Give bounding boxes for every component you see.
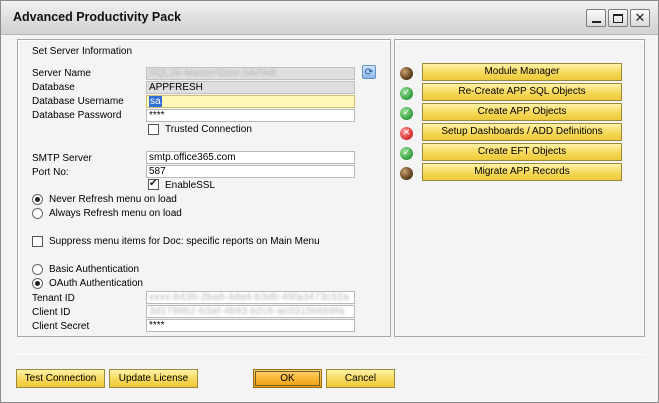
- port-label: Port No:: [32, 167, 69, 178]
- refresh-icon[interactable]: ⟳: [362, 65, 376, 79]
- basic-auth-label: Basic Authentication: [49, 264, 140, 275]
- client-id-label: Client ID: [32, 307, 71, 318]
- client-id-input[interactable]: 3d1799b2-b3af-4b93-b2c6-ac0315b6b9fa: [146, 305, 355, 318]
- green-check-icon: ✓: [400, 107, 413, 120]
- setup-dashboards-button[interactable]: Setup Dashboards / ADD Definitions: [422, 123, 622, 141]
- suppress-menu-checkbox[interactable]: [32, 236, 43, 247]
- footer-divider: [17, 354, 645, 355]
- migrate-app-records-button[interactable]: Migrate APP Records: [422, 163, 622, 181]
- smtp-server-input[interactable]: smtp.office365.com: [146, 151, 355, 164]
- port-input[interactable]: 587: [146, 165, 355, 178]
- database-value: APPFRESH: [149, 82, 203, 93]
- smtp-server-label: SMTP Server: [32, 153, 92, 164]
- title-bar[interactable]: Advanced Productivity Pack ✕: [1, 1, 658, 35]
- server-name-field: SQL2k-Master\Dev-SAPAB: [146, 67, 355, 80]
- oauth-radio[interactable]: [32, 278, 43, 289]
- always-refresh-label: Always Refresh menu on load: [49, 208, 182, 219]
- database-field: APPFRESH: [146, 81, 355, 94]
- port-value: 587: [149, 166, 166, 177]
- dialog-window: Advanced Productivity Pack ✕ Set Server …: [0, 0, 659, 403]
- db-username-input[interactable]: sa: [146, 95, 355, 108]
- client-secret-input[interactable]: ****: [146, 319, 355, 332]
- red-x-icon: ✕: [400, 127, 413, 140]
- ok-button[interactable]: OK: [253, 369, 322, 388]
- oauth-label: OAuth Authentication: [49, 278, 143, 289]
- maximize-icon: [613, 13, 623, 23]
- database-label: Database: [32, 82, 75, 93]
- green-check-icon: ✓: [400, 87, 413, 100]
- enable-ssl-label: EnableSSL: [165, 180, 216, 191]
- create-eft-objects-button[interactable]: Create EFT Objects: [422, 143, 622, 161]
- client-secret-value: ****: [149, 320, 165, 331]
- minimize-button[interactable]: [586, 9, 606, 27]
- tenant-id-label: Tenant ID: [32, 293, 75, 304]
- tenant-id-input[interactable]: xxxx-b436-2ba8-4da4-b3db-49fa3473c52a: [146, 291, 355, 304]
- suppress-menu-label: Suppress menu items for Doc: specific re…: [49, 236, 320, 247]
- db-username-value: sa: [149, 96, 162, 107]
- server-name-value: SQL2k-Master\Dev-SAPAB: [149, 68, 277, 79]
- db-password-value: ****: [149, 110, 165, 121]
- close-button[interactable]: ✕: [630, 9, 650, 27]
- client-secret-label: Client Secret: [32, 321, 90, 332]
- smtp-server-value: smtp.office365.com: [149, 152, 236, 163]
- module-manager-button[interactable]: Module Manager: [422, 63, 622, 81]
- window-title: Advanced Productivity Pack: [13, 10, 182, 24]
- db-username-label: Database Username: [32, 96, 124, 107]
- db-password-label: Database Password: [32, 110, 122, 121]
- client-id-value: 3d1799b2-b3af-4b93-b2c6-ac0315b6b9fa: [149, 306, 345, 317]
- basic-auth-radio[interactable]: [32, 264, 43, 275]
- trusted-connection-label: Trusted Connection: [165, 124, 252, 135]
- enable-ssl-checkbox[interactable]: [148, 178, 159, 190]
- section-title: Set Server Information: [32, 46, 133, 57]
- minimize-icon: [591, 20, 601, 23]
- maximize-button[interactable]: [608, 9, 628, 27]
- never-refresh-radio[interactable]: [32, 194, 43, 205]
- trusted-connection-checkbox[interactable]: [148, 124, 159, 135]
- server-name-label: Server Name: [32, 68, 91, 79]
- update-license-button[interactable]: Update License: [109, 369, 198, 388]
- create-app-objects-button[interactable]: Create APP Objects: [422, 103, 622, 121]
- never-refresh-label: Never Refresh menu on load: [49, 194, 177, 205]
- cancel-button[interactable]: Cancel: [326, 369, 395, 388]
- tenant-id-value: xxxx-b436-2ba8-4da4-b3db-49fa3473c52a: [149, 292, 350, 303]
- always-refresh-radio[interactable]: [32, 208, 43, 219]
- recreate-sql-objects-button[interactable]: Re-Create APP SQL Objects: [422, 83, 622, 101]
- db-password-input[interactable]: ****: [146, 109, 355, 122]
- dark-bullet-icon: [400, 67, 413, 80]
- dark-bullet-icon: [400, 167, 413, 180]
- green-check-icon: ✓: [400, 147, 413, 160]
- test-connection-button[interactable]: Test Connection: [16, 369, 105, 388]
- close-icon: ✕: [634, 10, 646, 26]
